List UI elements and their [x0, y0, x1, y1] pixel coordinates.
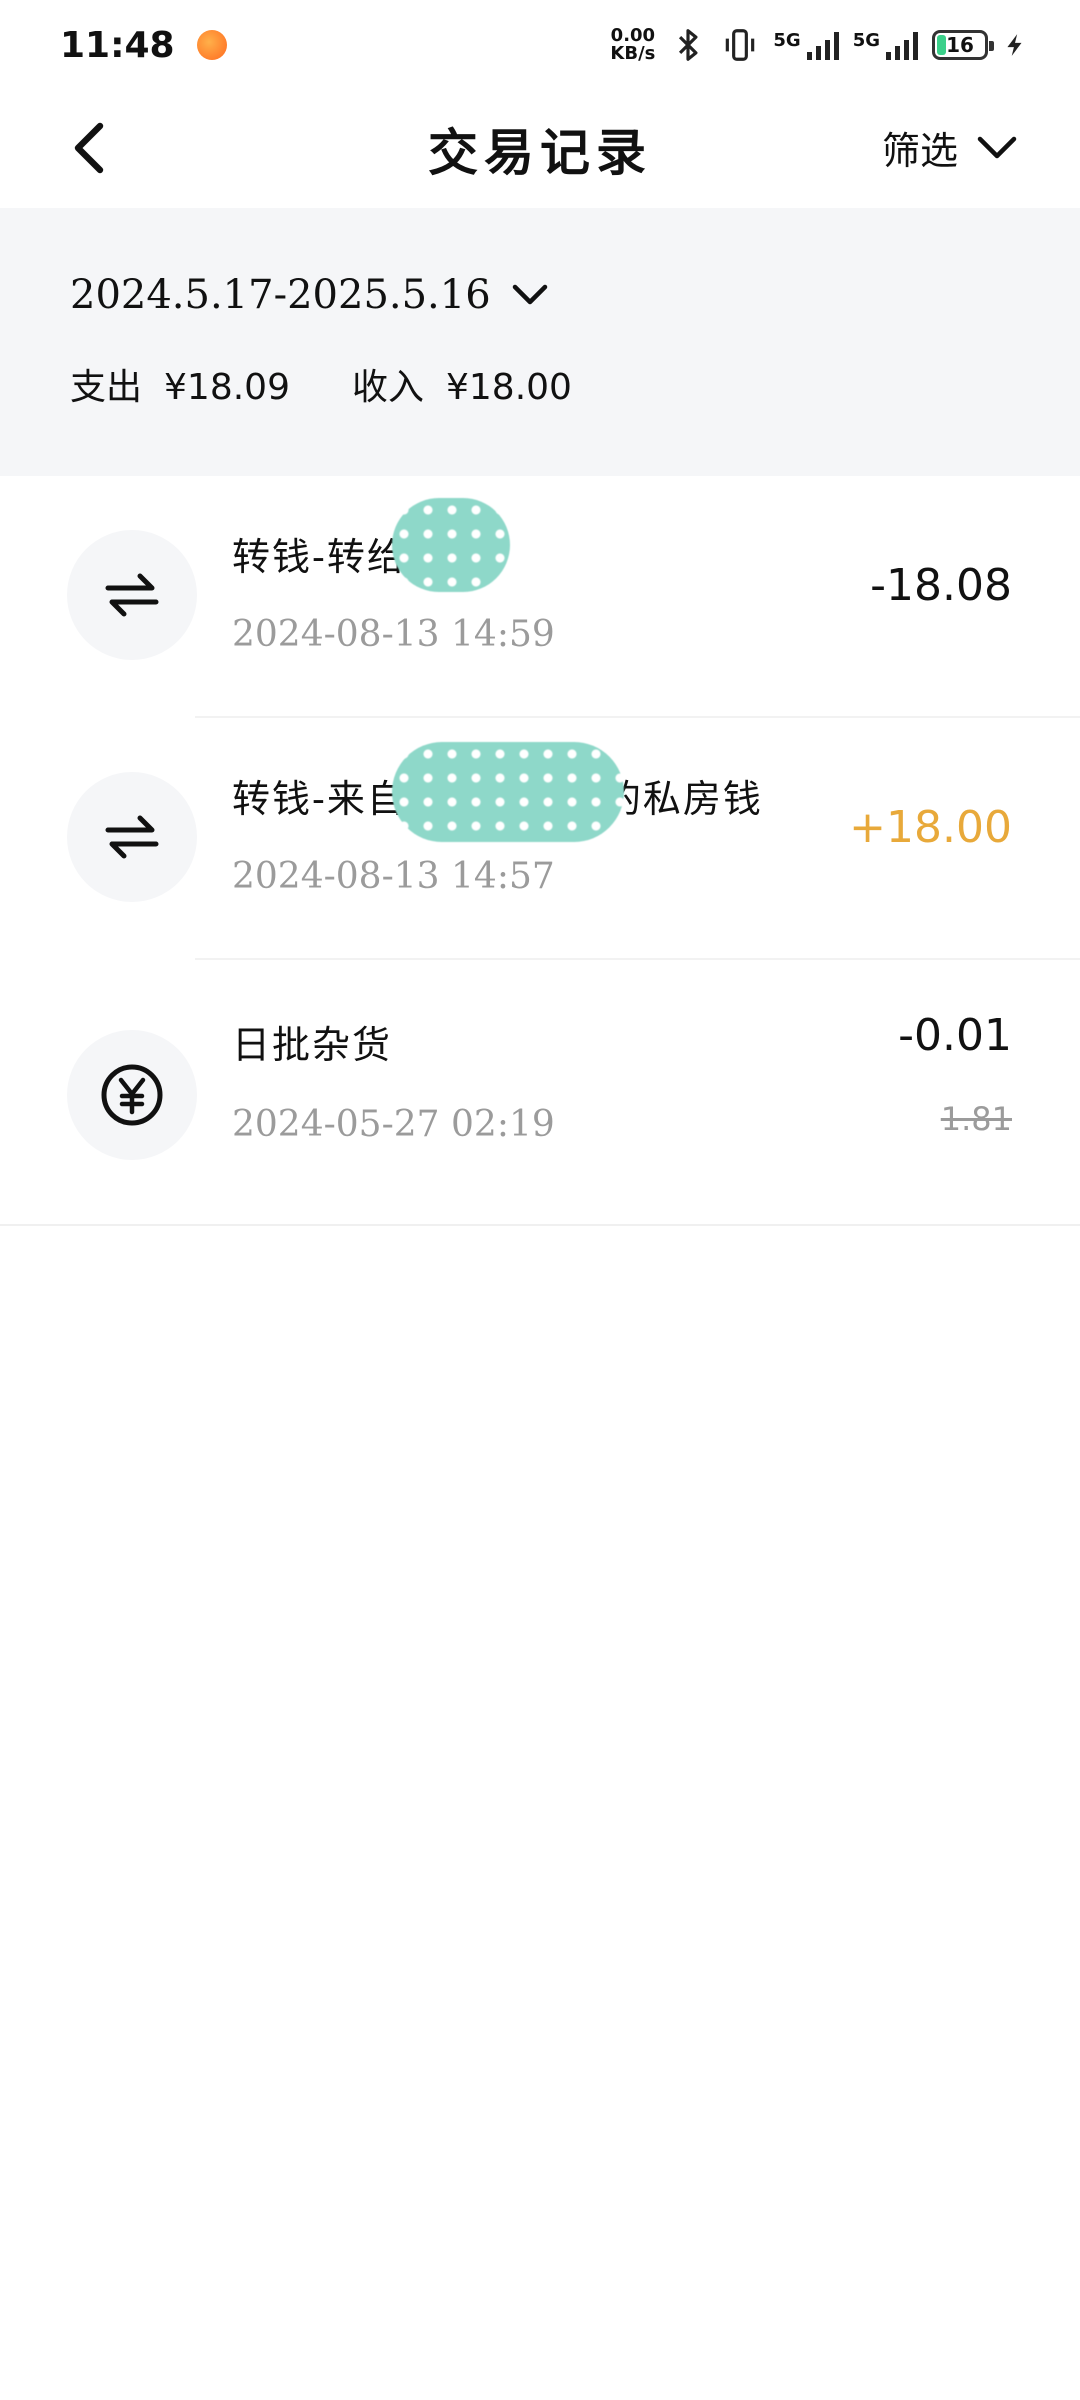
income-label: 收入: [351, 367, 424, 408]
nav-header: 交易记录 筛选: [0, 90, 1080, 208]
totals-row: 支出 ¥18.09 收入 ¥18.00: [70, 358, 1080, 410]
yuan-coin-icon: [67, 1030, 197, 1160]
transaction-time: 2024-08-13 14:59: [232, 614, 555, 655]
chevron-left-icon: [74, 122, 104, 174]
battery-icon: 16: [932, 30, 994, 60]
status-left: 11:48: [60, 25, 227, 66]
transaction-row[interactable]: 转钱-转给 2024-08-13 14:59 -18.08: [0, 476, 1080, 718]
app-notification-icon: [196, 30, 227, 60]
charging-icon: [1007, 34, 1022, 56]
transfer-icon: [67, 530, 197, 660]
privacy-mask: [392, 498, 510, 592]
transaction-time: 2024-05-27 02:19: [232, 1104, 555, 1145]
transaction-amount: -18.08: [870, 560, 1012, 611]
filter-label: 筛选: [881, 129, 958, 173]
chevron-down-icon: [977, 136, 1017, 158]
transaction-row[interactable]: 转钱-来自 的私房钱 2024-08-13 14:57 +18.00: [0, 718, 1080, 960]
network-speed: 0.00 KB/s: [610, 27, 655, 63]
date-range-text: 2024.5.17-2025.5.16: [70, 272, 491, 318]
transaction-list: 转钱-转给 2024-08-13 14:59 -18.08 转钱-来自 的私房钱 …: [0, 476, 1080, 1226]
transaction-records-page: 11:48 0.00 KB/s 5G 5G 16 交易记录 筛选 2024.5.…: [0, 0, 1080, 2400]
original-amount: 1.81: [940, 1100, 1012, 1138]
page-title: 交易记录: [428, 123, 652, 182]
transaction-amount: +18.00: [849, 802, 1012, 853]
signal-1: 5G: [773, 30, 839, 60]
signal-1-bars-icon: [806, 30, 839, 60]
bluetooth-icon: [679, 29, 698, 61]
transaction-title: 转钱-转给: [232, 535, 407, 579]
signal-2-label: 5G: [852, 30, 880, 51]
transaction-time: 2024-08-13 14:57: [232, 856, 555, 897]
status-bar: 11:48 0.00 KB/s 5G 5G 16: [0, 0, 1080, 90]
transaction-row[interactable]: 日批杂货 2024-05-27 02:19 -0.01 1.81: [0, 960, 1080, 1226]
transaction-title-prefix: 转钱-来自: [232, 777, 407, 821]
signal-2: 5G: [853, 30, 918, 60]
status-right: 0.00 KB/s 5G 5G 16: [610, 26, 1028, 64]
signal-1-label: 5G: [773, 30, 801, 51]
network-speed-unit: KB/s: [610, 43, 656, 64]
transfer-icon: [67, 772, 197, 902]
expense-label: 支出: [70, 367, 143, 408]
transaction-title: 日批杂货: [232, 1023, 393, 1067]
status-time: 11:48: [60, 24, 175, 66]
chevron-down-icon: [512, 284, 547, 305]
expense-value: ¥18.09: [164, 367, 290, 408]
date-range-selector[interactable]: 2024.5.17-2025.5.16: [70, 272, 1080, 318]
signal-2-bars-icon: [886, 30, 918, 60]
transaction-title-suffix: 的私房钱: [602, 777, 763, 821]
vibrate-icon: [726, 29, 755, 61]
privacy-mask: [392, 742, 624, 842]
battery-level: 16: [946, 33, 974, 57]
income-value: ¥18.00: [446, 367, 572, 408]
summary-panel: 2024.5.17-2025.5.16 支出 ¥18.09 收入 ¥18.00: [0, 208, 1080, 476]
back-button[interactable]: [60, 118, 120, 178]
transaction-amount: -0.01: [898, 1010, 1012, 1061]
filter-button[interactable]: 筛选: [882, 120, 1018, 175]
